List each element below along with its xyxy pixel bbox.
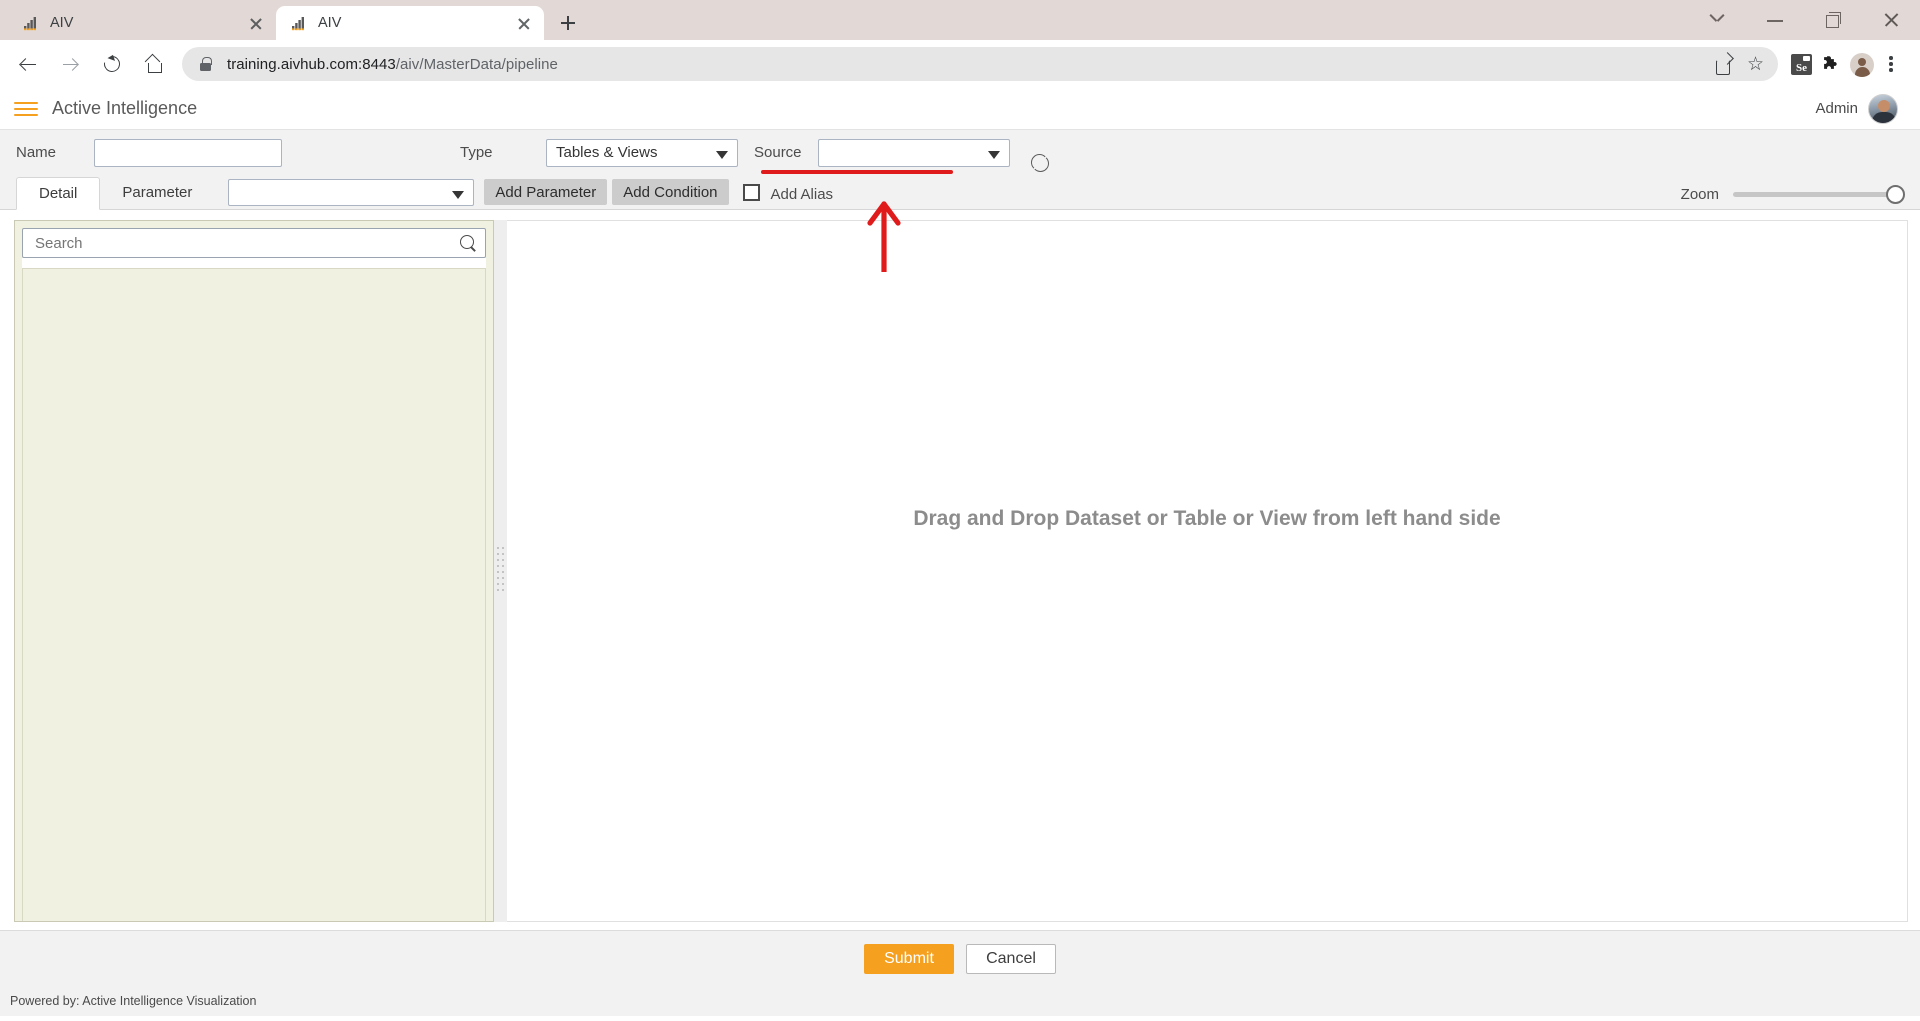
url-text: training.aivhub.com:8443/aiv/MasterData/… bbox=[227, 56, 558, 73]
tab-parameter-label: Parameter bbox=[122, 184, 193, 201]
browser-tabstrip: AIV AIV bbox=[0, 0, 1920, 40]
back-arrow-icon bbox=[19, 57, 36, 71]
add-condition-button[interactable]: Add Condition bbox=[612, 179, 729, 205]
chrome-menu-button[interactable] bbox=[1876, 49, 1906, 79]
forward-button[interactable] bbox=[50, 44, 90, 84]
browser-tab-title: AIV bbox=[50, 15, 74, 31]
window-controls bbox=[1688, 0, 1920, 40]
application-viewport: Active Intelligence Admin Name Type Tabl… bbox=[0, 88, 1920, 1021]
home-icon bbox=[146, 56, 162, 73]
object-select-dropdown[interactable] bbox=[228, 179, 475, 206]
close-icon[interactable] bbox=[246, 13, 266, 33]
lock-icon bbox=[200, 57, 212, 71]
name-label: Name bbox=[16, 144, 57, 161]
drop-zone-message: Drag and Drop Dataset or Table or View f… bbox=[913, 506, 1501, 530]
maximize-icon[interactable] bbox=[1804, 0, 1862, 40]
form-actions: Submit Cancel bbox=[0, 930, 1920, 986]
extensions-puzzle-icon bbox=[1822, 55, 1840, 73]
hamburger-menu-icon[interactable] bbox=[14, 99, 40, 119]
profile-avatar-icon bbox=[1850, 53, 1874, 77]
bookmark-button[interactable]: ☆ bbox=[1740, 49, 1770, 79]
browser-toolbar: training.aivhub.com:8443/aiv/MasterData/… bbox=[0, 40, 1920, 88]
submit-button[interactable]: Submit bbox=[864, 943, 954, 974]
app-header: Active Intelligence Admin bbox=[0, 88, 1920, 130]
search-input[interactable] bbox=[33, 233, 459, 253]
powered-by-label: Powered by: Active Intelligence Visualiz… bbox=[10, 994, 257, 1008]
pipeline-canvas[interactable]: Drag and Drop Dataset or Table or View f… bbox=[507, 220, 1908, 922]
forward-arrow-icon bbox=[63, 57, 79, 71]
address-bar[interactable]: training.aivhub.com:8443/aiv/MasterData/… bbox=[182, 47, 1778, 81]
browser-tab-2[interactable]: AIV bbox=[276, 6, 544, 40]
profile-button[interactable] bbox=[1846, 49, 1876, 79]
home-button[interactable] bbox=[134, 44, 174, 84]
new-tab-button[interactable] bbox=[554, 9, 582, 37]
tab-detail-label: Detail bbox=[39, 185, 78, 202]
selenium-ide-button[interactable]: Se bbox=[1786, 49, 1816, 79]
type-label: Type bbox=[460, 144, 493, 161]
panel-splitter[interactable] bbox=[494, 220, 507, 922]
zoom-control: Zoom bbox=[1680, 185, 1905, 204]
close-icon[interactable] bbox=[514, 13, 534, 33]
extensions-button[interactable] bbox=[1816, 49, 1846, 79]
add-alias-label: Add Alias bbox=[770, 186, 834, 203]
add-parameter-button[interactable]: Add Parameter bbox=[484, 179, 608, 205]
minimize-icon[interactable] bbox=[1746, 0, 1804, 40]
browser-tab-title: AIV bbox=[318, 15, 342, 31]
panel-divider bbox=[22, 258, 486, 268]
star-icon: ☆ bbox=[1747, 54, 1765, 75]
avatar bbox=[1868, 93, 1898, 124]
tab-detail[interactable]: Detail bbox=[16, 177, 101, 210]
source-dropdown[interactable] bbox=[818, 138, 1010, 167]
chevron-down-icon bbox=[716, 150, 728, 159]
browser-window: AIV AIV training.aivhub.com:8443/aiv/Mas… bbox=[0, 0, 1920, 1021]
zoom-slider[interactable] bbox=[1733, 185, 1905, 204]
add-alias-checkbox[interactable] bbox=[742, 184, 760, 201]
pipeline-tool-row: Detail Parameter Add Parameter Add Condi… bbox=[0, 175, 1920, 210]
zoom-slider-thumb[interactable] bbox=[1886, 185, 1905, 204]
search-icon[interactable] bbox=[459, 234, 477, 252]
window-close-icon[interactable] bbox=[1862, 0, 1920, 40]
url-domain: training.aivhub.com:8443 bbox=[227, 55, 396, 73]
chevron-down-icon bbox=[452, 191, 465, 199]
search-box[interactable] bbox=[22, 228, 486, 258]
url-path: /aiv/MasterData/pipeline bbox=[395, 55, 558, 73]
reload-icon bbox=[100, 52, 124, 76]
type-dropdown[interactable]: Tables & Views bbox=[546, 138, 738, 167]
annotation-arrow-up-icon bbox=[866, 194, 902, 275]
cancel-button[interactable]: Cancel bbox=[966, 943, 1056, 974]
annotation-underline bbox=[761, 170, 953, 174]
object-tree-list[interactable] bbox=[22, 268, 486, 921]
selenium-ide-icon: Se bbox=[1791, 54, 1812, 75]
type-dropdown-value: Tables & Views bbox=[556, 144, 658, 161]
page-title: Active Intelligence bbox=[52, 98, 198, 118]
share-button[interactable] bbox=[1710, 49, 1740, 79]
bar-chart-favicon bbox=[290, 15, 307, 32]
user-name-label: Admin bbox=[1815, 100, 1858, 117]
share-icon bbox=[1716, 55, 1734, 75]
object-browser-panel bbox=[14, 220, 494, 922]
omnibox-icons: ☆ bbox=[1710, 49, 1770, 79]
source-label: Source bbox=[754, 144, 802, 161]
browser-tab-1[interactable]: AIV bbox=[8, 6, 276, 40]
name-input[interactable] bbox=[94, 138, 282, 167]
back-button[interactable] bbox=[8, 44, 48, 84]
pipeline-work-area: Drag and Drop Dataset or Table or View f… bbox=[0, 210, 1920, 930]
user-menu[interactable]: Admin bbox=[1815, 93, 1898, 124]
tab-search-chevron-down-icon[interactable] bbox=[1688, 0, 1746, 40]
splitter-grip-icon bbox=[497, 547, 504, 595]
zoom-label: Zoom bbox=[1680, 186, 1719, 203]
chevron-down-icon bbox=[988, 150, 1000, 159]
chrome-menu-icon bbox=[1889, 55, 1893, 73]
tab-parameter[interactable]: Parameter bbox=[100, 176, 214, 209]
powered-by-footer: Powered by: Active Intelligence Visualiz… bbox=[0, 986, 1920, 1016]
pipeline-form-row: Name Type Tables & Views Source bbox=[0, 130, 1920, 175]
bar-chart-favicon bbox=[22, 15, 39, 32]
reload-button[interactable] bbox=[92, 44, 132, 84]
